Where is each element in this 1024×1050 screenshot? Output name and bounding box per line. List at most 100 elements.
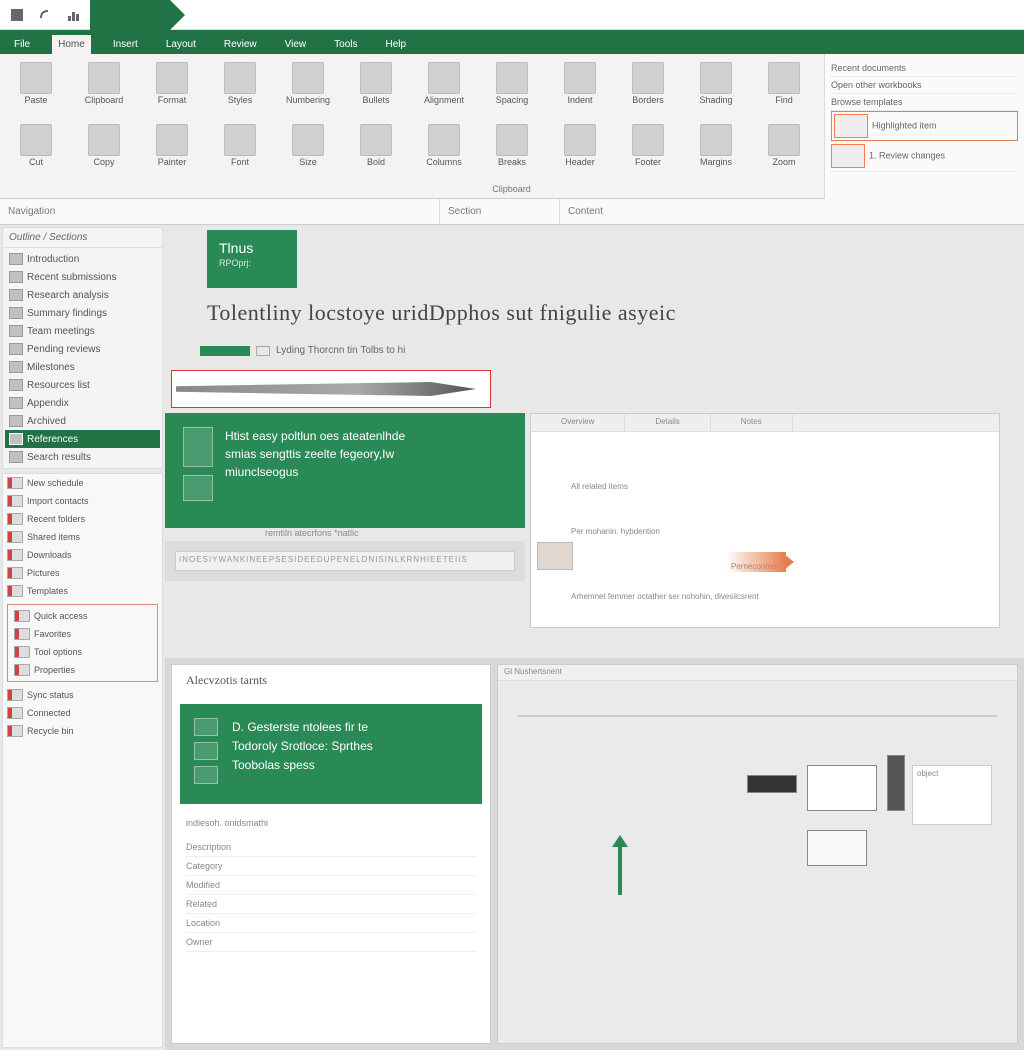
nav2-boxed-item[interactable]: Properties bbox=[10, 661, 155, 679]
list-item[interactable]: Related bbox=[186, 895, 476, 914]
nav-item[interactable]: Team meetings bbox=[5, 322, 160, 340]
side-panel-thumb-icon bbox=[834, 114, 868, 138]
ribbon-tab-insert[interactable]: Insert bbox=[107, 35, 144, 54]
nav2-item[interactable]: Recycle bin bbox=[3, 722, 162, 740]
nav2-item[interactable]: Sync status bbox=[3, 686, 162, 704]
section-bar-mid[interactable]: Section bbox=[440, 199, 560, 224]
preview-tab[interactable]: Details bbox=[625, 414, 710, 431]
qat-chart-icon[interactable] bbox=[60, 2, 86, 28]
ribbon-tab-layout[interactable]: Layout bbox=[160, 35, 202, 54]
ribbon-button[interactable]: Painter bbox=[142, 120, 202, 182]
side-panel-line[interactable]: Recent documents bbox=[831, 60, 1018, 77]
ribbon-button[interactable]: Bold bbox=[346, 120, 406, 182]
nav2-item[interactable]: Templates bbox=[3, 582, 162, 600]
nav-item[interactable]: Resources list bbox=[5, 376, 160, 394]
ribbon-button[interactable]: Find bbox=[754, 58, 814, 120]
nav2-item[interactable]: Downloads bbox=[3, 546, 162, 564]
secondary-nav-pane: New scheduleImport contactsRecent folder… bbox=[2, 473, 163, 1048]
nav2-item[interactable]: Pictures bbox=[3, 564, 162, 582]
ribbon-button[interactable]: Clipboard bbox=[74, 58, 134, 120]
ribbon-button[interactable]: Font bbox=[210, 120, 270, 182]
ribbon-button[interactable]: Numbering bbox=[278, 58, 338, 120]
list-item[interactable]: Description bbox=[186, 838, 476, 857]
nav-item[interactable]: Search results bbox=[5, 448, 160, 466]
nav-item[interactable]: Summary findings bbox=[5, 304, 160, 322]
nav-item[interactable]: Pending reviews bbox=[5, 340, 160, 358]
ribbon-button[interactable]: Columns bbox=[414, 120, 474, 182]
ribbon-button[interactable]: Bullets bbox=[346, 58, 406, 120]
side-panel-line[interactable]: Browse templates bbox=[831, 94, 1018, 111]
nav-item-icon bbox=[9, 433, 23, 445]
preview-tab[interactable]: Overview bbox=[531, 414, 625, 431]
nav2-boxed-item[interactable]: Quick access bbox=[10, 607, 155, 625]
nav-item[interactable]: Appendix bbox=[5, 394, 160, 412]
nav-item-icon bbox=[9, 289, 23, 301]
ribbon-button[interactable]: Size bbox=[278, 120, 338, 182]
nav2-item-label: Downloads bbox=[27, 550, 72, 560]
nav-item-label: Search results bbox=[27, 452, 91, 463]
callout-panel-1: Htist easy poltlun oes ateatenlhde smias… bbox=[165, 413, 525, 528]
ribbon-button[interactable]: Styles bbox=[210, 58, 270, 120]
checkbox-icon[interactable] bbox=[256, 346, 270, 356]
section-bar-left[interactable]: Navigation bbox=[0, 199, 440, 224]
side-panel-line[interactable]: Open other workbooks bbox=[831, 77, 1018, 94]
nav-item[interactable]: Milestones bbox=[5, 358, 160, 376]
ribbon-button[interactable]: Alignment bbox=[414, 58, 474, 120]
palette-object-canvas[interactable] bbox=[807, 830, 867, 866]
ribbon-button[interactable]: Zoom bbox=[754, 120, 814, 182]
ribbon-tab-tools[interactable]: Tools bbox=[328, 35, 363, 54]
section-bar-right[interactable]: Content bbox=[560, 199, 1024, 224]
ribbon-button[interactable]: Copy bbox=[74, 120, 134, 182]
ribbon-tab-help[interactable]: Help bbox=[380, 35, 413, 54]
ribbon-tab-review[interactable]: Review bbox=[218, 35, 263, 54]
ribbon-button[interactable]: Indent bbox=[550, 58, 610, 120]
ribbon-button[interactable]: Header bbox=[550, 120, 610, 182]
callout1-line2: smias sengttis zeelte fegeory,Iw bbox=[225, 445, 405, 463]
palette-object-dark[interactable] bbox=[747, 775, 797, 793]
nav-item[interactable]: Research analysis bbox=[5, 286, 160, 304]
nav2-item[interactable]: Import contacts bbox=[3, 492, 162, 510]
qat-undo-icon[interactable] bbox=[32, 2, 58, 28]
nav-item[interactable]: Introduction bbox=[5, 250, 160, 268]
ribbon-button[interactable]: Cut bbox=[6, 120, 66, 182]
ribbon-button[interactable]: Margins bbox=[686, 120, 746, 182]
list-item[interactable]: Location bbox=[186, 914, 476, 933]
nav-item[interactable]: Recent submissions bbox=[5, 268, 160, 286]
preview-thumbnail-icon[interactable] bbox=[537, 542, 573, 570]
list-item[interactable]: Modified bbox=[186, 876, 476, 895]
ribbon-button[interactable]: Footer bbox=[618, 120, 678, 182]
nav-item[interactable]: Archived bbox=[5, 412, 160, 430]
highlighted-input-frame[interactable] bbox=[171, 370, 491, 408]
ribbon-button[interactable]: Shading bbox=[686, 58, 746, 120]
ribbon-tab-home[interactable]: Home bbox=[52, 35, 91, 54]
ribbon-button[interactable]: Borders bbox=[618, 58, 678, 120]
nav2-item-icon bbox=[7, 567, 23, 579]
qat-save-icon[interactable] bbox=[4, 2, 30, 28]
preview-tab[interactable]: Notes bbox=[711, 414, 793, 431]
ribbon-button[interactable]: Spacing bbox=[482, 58, 542, 120]
nav2-item[interactable]: Recent folders bbox=[3, 510, 162, 528]
ribbon-tab-file[interactable]: File bbox=[8, 35, 36, 54]
nav-item-icon bbox=[9, 343, 23, 355]
nav2-item[interactable]: Shared items bbox=[3, 528, 162, 546]
palette-object-screen[interactable] bbox=[807, 765, 877, 811]
preview-text: All related items bbox=[571, 482, 628, 491]
ribbon-button[interactable]: Breaks bbox=[482, 120, 542, 182]
nav-item[interactable]: References bbox=[5, 430, 160, 448]
palette-object-bar[interactable] bbox=[887, 755, 905, 811]
nav2-item-icon bbox=[7, 585, 23, 597]
callout1-line1: Htist easy poltlun oes ateatenlhde bbox=[225, 427, 405, 445]
nav2-item[interactable]: New schedule bbox=[3, 474, 162, 492]
nav2-boxed-item[interactable]: Tool options bbox=[10, 643, 155, 661]
nav2-boxed-item[interactable]: Favorites bbox=[10, 625, 155, 643]
ribbon-button-icon bbox=[428, 62, 460, 94]
nav-item-label: Research analysis bbox=[27, 290, 109, 301]
nav2-item-icon bbox=[7, 707, 23, 719]
file-tab-indicator[interactable] bbox=[90, 0, 170, 30]
list-item[interactable]: Owner bbox=[186, 933, 476, 952]
nav2-item[interactable]: Connected bbox=[3, 704, 162, 722]
list-item[interactable]: Category bbox=[186, 857, 476, 876]
ribbon-button[interactable]: Format bbox=[142, 58, 202, 120]
ribbon-button[interactable]: Paste bbox=[6, 58, 66, 120]
ribbon-tab-view[interactable]: View bbox=[279, 35, 313, 54]
